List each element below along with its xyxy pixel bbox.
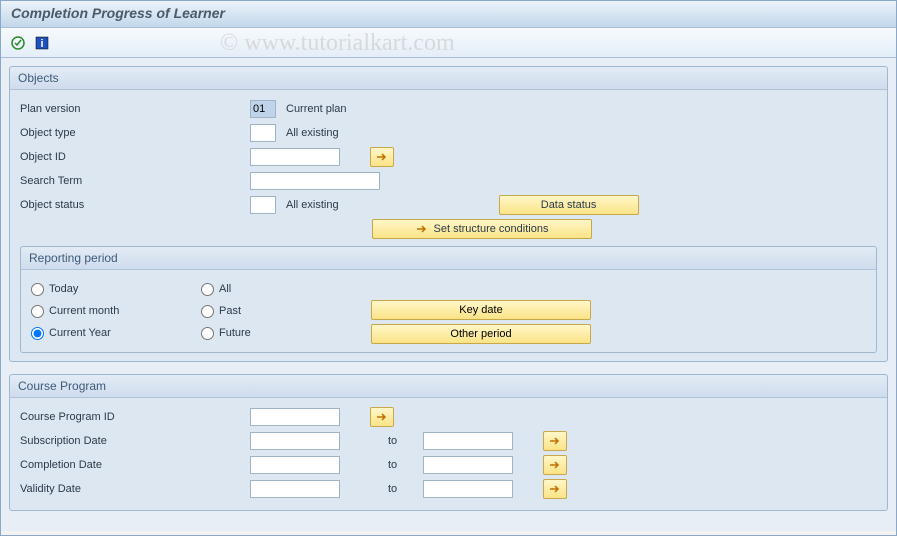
key-date-button[interactable]: Key date [371,300,591,320]
course-program-panel: Course Program Course Program ID Subscri… [9,374,888,511]
validity-date-selection-button[interactable] [543,479,567,499]
object-id-input[interactable] [250,148,340,166]
plan-version-input[interactable] [250,100,276,118]
arrow-right-icon [549,460,561,470]
page-title: Completion Progress of Learner [11,5,225,21]
object-type-text: All existing [286,127,339,139]
completion-date-selection-button[interactable] [543,455,567,475]
svg-text:i: i [40,38,43,50]
info-icon[interactable]: i [33,34,51,52]
completion-date-label: Completion Date [20,459,250,471]
objects-panel: Objects Plan version Current plan Object… [9,66,888,362]
radio-past[interactable]: Past [201,300,371,322]
titlebar: Completion Progress of Learner [1,1,896,28]
arrow-right-icon [376,152,388,162]
set-structure-conditions-button[interactable]: Set structure conditions [372,219,592,239]
arrow-right-icon [549,436,561,446]
to-label: to [388,459,408,471]
validity-date-from-input[interactable] [250,480,340,498]
subscription-date-from-input[interactable] [250,432,340,450]
radio-all[interactable]: All [201,278,371,300]
data-status-button[interactable]: Data status [499,195,639,215]
course-program-id-label: Course Program ID [20,411,250,423]
object-id-label: Object ID [20,151,250,163]
content-area: Objects Plan version Current plan Object… [1,58,896,531]
reporting-period-title: Reporting period [21,247,876,270]
to-label: to [388,483,408,495]
search-term-label: Search Term [20,175,250,187]
subscription-date-label: Subscription Date [20,435,250,447]
subscription-date-to-input[interactable] [423,432,513,450]
validity-date-label: Validity Date [20,483,250,495]
search-term-input[interactable] [250,172,380,190]
reporting-period-panel: Reporting period Today Current month Cur… [20,246,877,353]
course-program-id-input[interactable] [250,408,340,426]
radio-today[interactable]: Today [31,278,201,300]
other-period-button[interactable]: Other period [371,324,591,344]
object-id-selection-button[interactable] [370,147,394,167]
object-status-input[interactable] [250,196,276,214]
object-type-label: Object type [20,127,250,139]
radio-future[interactable]: Future [201,322,371,344]
execute-icon[interactable] [9,34,27,52]
course-program-id-selection-button[interactable] [370,407,394,427]
to-label: to [388,435,408,447]
course-program-title: Course Program [10,375,887,398]
arrow-right-icon [416,224,428,234]
validity-date-to-input[interactable] [423,480,513,498]
object-status-label: Object status [20,199,250,211]
objects-panel-title: Objects [10,67,887,90]
completion-date-to-input[interactable] [423,456,513,474]
subscription-date-selection-button[interactable] [543,431,567,451]
arrow-right-icon [549,484,561,494]
plan-version-label: Plan version [20,103,250,115]
plan-version-text: Current plan [286,103,347,115]
object-type-input[interactable] [250,124,276,142]
completion-date-from-input[interactable] [250,456,340,474]
toolbar: i [1,28,896,58]
radio-current-month[interactable]: Current month [31,300,201,322]
radio-current-year[interactable]: Current Year [31,322,201,344]
object-status-text: All existing [286,199,339,211]
arrow-right-icon [376,412,388,422]
